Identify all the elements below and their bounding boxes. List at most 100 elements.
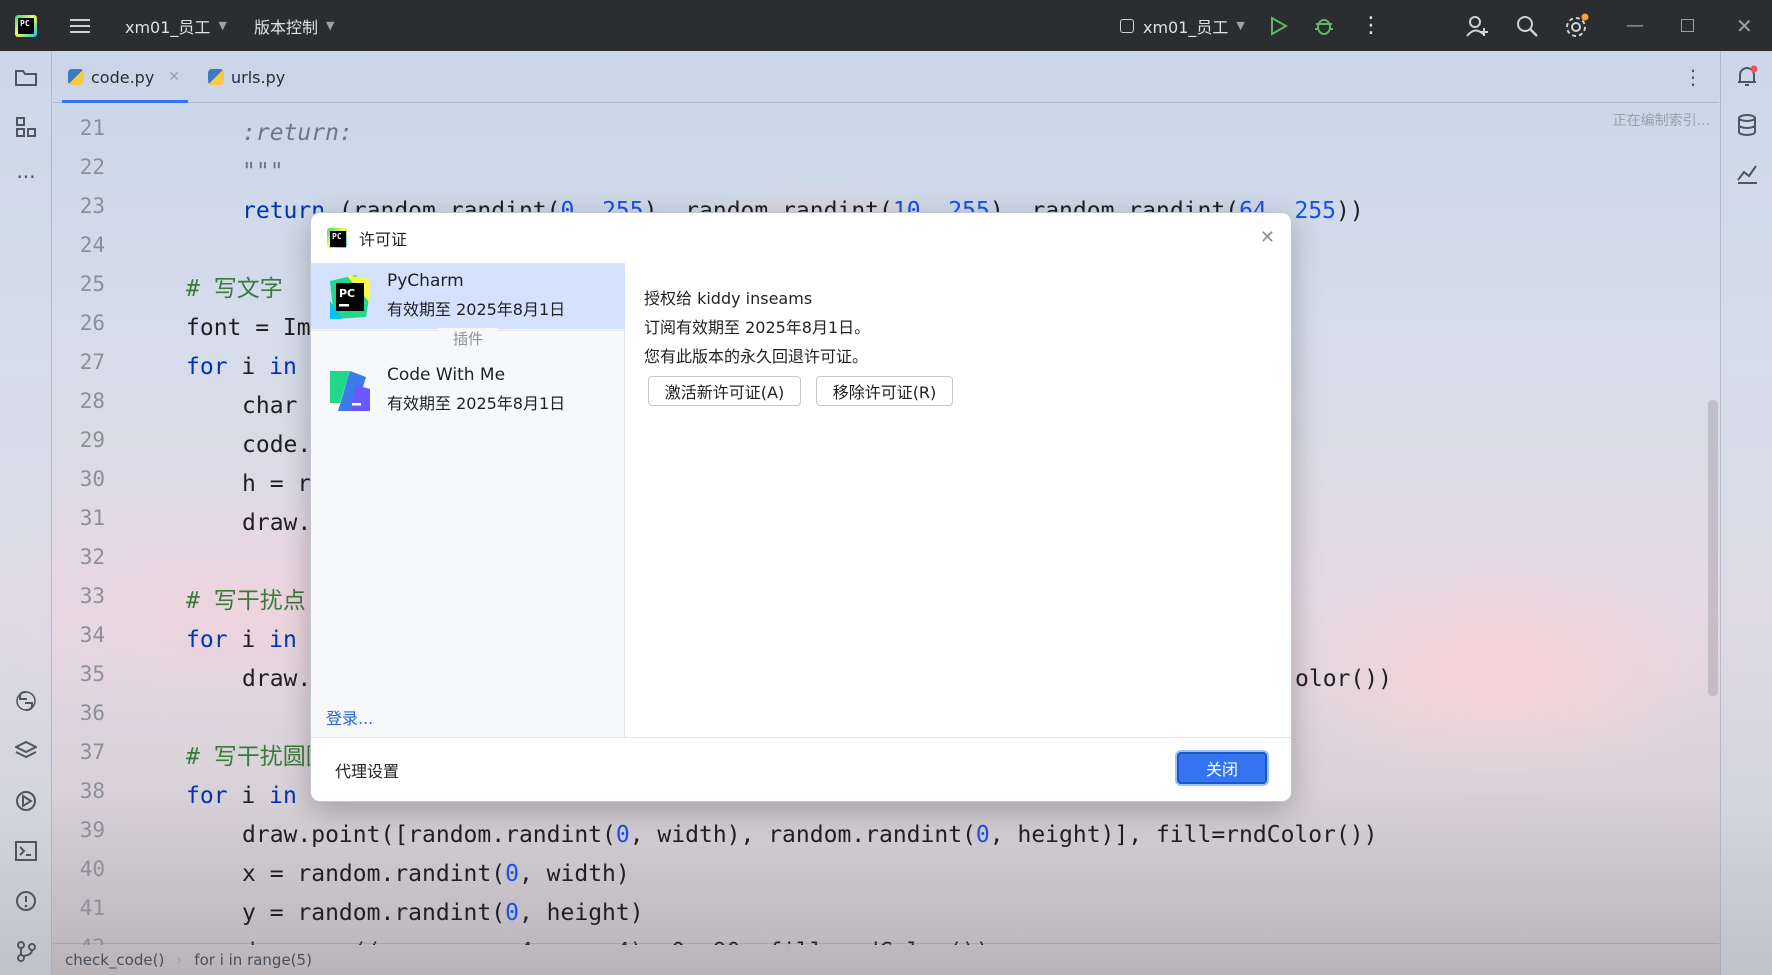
remove-license-button[interactable]: 移除许可证(R) <box>816 376 953 406</box>
line-number: 40 <box>79 857 105 881</box>
git-branch-icon[interactable] <box>12 937 40 965</box>
product-expiry: 有效期至 2025年8月1日 <box>387 394 566 413</box>
tab-code-py[interactable]: code.py ✕ <box>61 51 189 103</box>
python-file-icon <box>208 69 224 85</box>
python-packages-icon[interactable] <box>12 687 40 715</box>
close-tab-icon[interactable]: ✕ <box>168 69 180 85</box>
dialog-title: 许可证 <box>359 230 408 249</box>
run-config-name: xm01_员工 <box>1143 17 1229 37</box>
terminal-icon[interactable] <box>12 837 40 865</box>
line-number: 29 <box>79 428 105 452</box>
more-tools-icon[interactable]: ··· <box>12 163 40 191</box>
tab-label: urls.py <box>231 67 286 87</box>
product-item-code-with-me[interactable]: Code With Me 有效期至 2025年8月1日 <box>311 357 625 423</box>
line-number: 31 <box>79 506 105 530</box>
line-number: 21 <box>79 116 105 140</box>
code-comment: # 写干扰圆圈 <box>186 744 329 770</box>
pycharm-product-icon: PC <box>330 275 370 319</box>
code-line: char <box>242 393 298 419</box>
close-window-icon[interactable]: ✕ <box>1736 0 1753 51</box>
problems-icon[interactable] <box>12 887 40 915</box>
more-actions-icon[interactable]: ⋮ <box>1360 0 1382 51</box>
sciview-chart-icon[interactable] <box>1733 159 1761 187</box>
line-number: 38 <box>79 779 105 803</box>
python-file-icon <box>68 69 84 85</box>
line-number: 39 <box>79 818 105 842</box>
run-config-icon <box>1120 18 1134 33</box>
project-name: xm01_员工 <box>125 17 211 37</box>
minimize-icon[interactable]: — <box>1626 0 1644 51</box>
code-comment: # 写干扰点 <box>186 588 306 614</box>
code-line: x = random.randint(0, width) <box>242 861 630 887</box>
project-selector[interactable]: xm01_员工 ▼ <box>125 0 227 51</box>
line-number: 33 <box>79 584 105 608</box>
proxy-settings-link[interactable]: 代理设置 <box>335 758 399 782</box>
product-item-pycharm[interactable]: PC PyCharm 有效期至 2025年8月1日 <box>311 263 625 329</box>
code-line: for i in <box>186 627 297 653</box>
code-with-me-icon <box>330 371 370 411</box>
debug-button[interactable] <box>1313 0 1335 51</box>
tab-urls-py[interactable]: urls.py <box>208 51 285 103</box>
code-line: code. <box>242 432 312 458</box>
right-tool-strip <box>1720 51 1772 975</box>
services-run-icon[interactable] <box>12 787 40 815</box>
breadcrumb-item[interactable]: check_code() <box>65 951 164 969</box>
structure-icon[interactable] <box>12 113 40 141</box>
hamburger-icon <box>70 18 90 33</box>
chevron-down-icon: ▼ <box>326 19 335 32</box>
line-number: 32 <box>79 545 105 569</box>
add-user-button[interactable] <box>1465 0 1489 51</box>
vcs-selector[interactable]: 版本控制 ▼ <box>254 0 334 51</box>
line-number: 34 <box>79 623 105 647</box>
line-number-gutter: 21 22 23 24 25 26 27 28 29 30 31 32 33 3… <box>53 103 129 945</box>
maximize-icon[interactable] <box>1681 0 1694 51</box>
product-name: PyCharm <box>387 271 464 291</box>
tab-options-icon[interactable]: ⋮ <box>1683 51 1703 103</box>
vcs-label: 版本控制 <box>254 17 319 37</box>
line-number: 35 <box>79 662 105 686</box>
line-number: 30 <box>79 467 105 491</box>
close-button[interactable]: 关闭 <box>1177 752 1267 784</box>
login-link[interactable]: 登录... <box>326 705 373 729</box>
code-line: font = Im <box>186 315 311 341</box>
close-icon[interactable]: ✕ <box>1260 227 1275 248</box>
line-number: 26 <box>79 311 105 335</box>
chevron-down-icon: ▼ <box>1236 19 1245 32</box>
plugins-section-label: 插件 <box>438 328 498 349</box>
main-menu-button[interactable] <box>70 0 90 51</box>
breadcrumb-item[interactable]: for i in range(5) <box>194 951 312 969</box>
run-button[interactable] <box>1270 0 1288 51</box>
code-line: draw.point([random.randint(0, width), ra… <box>242 822 1378 848</box>
database-icon[interactable] <box>1733 111 1761 139</box>
code-line: """ <box>242 159 284 185</box>
run-icon <box>1271 15 1288 36</box>
code-line: for i in <box>186 783 297 809</box>
line-number: 24 <box>79 233 105 257</box>
notifications-bell-icon[interactable] <box>1733 63 1761 91</box>
line-number: 23 <box>79 194 105 218</box>
product-list: PC PyCharm 有效期至 2025年8月1日 插件 Code With M… <box>311 263 625 737</box>
subscription-text: 订阅有效期至 2025年8月1日。 <box>644 318 871 337</box>
licensed-to-text: 授权给 kiddy inseams <box>644 289 813 308</box>
activate-new-license-button[interactable]: 激活新许可证(A) <box>648 376 801 406</box>
dialog-header: PC 许可证 ✕ <box>311 213 1291 263</box>
code-line-tail: olor()) <box>1295 666 1392 692</box>
project-folder-icon[interactable] <box>12 63 40 91</box>
tab-label: code.py <box>91 67 155 87</box>
svg-text:PC: PC <box>339 287 355 300</box>
search-icon <box>1517 15 1538 37</box>
code-line: draw. <box>242 666 312 692</box>
line-number: 37 <box>79 740 105 764</box>
line-number: 41 <box>79 896 105 920</box>
layers-icon[interactable] <box>12 737 40 765</box>
dialog-footer: 代理设置 关闭 <box>311 737 1291 801</box>
breadcrumb-separator-icon: › <box>176 950 183 969</box>
line-number: 25 <box>79 272 105 296</box>
perpetual-license-text: 您有此版本的永久回退许可证。 <box>644 347 869 366</box>
vertical-scrollbar[interactable] <box>1708 400 1718 696</box>
pycharm-logo-icon[interactable]: PC <box>15 0 37 51</box>
settings-button[interactable] <box>1564 0 1590 51</box>
code-line: y = random.randint(0, height) <box>242 900 644 926</box>
run-config-selector[interactable]: xm01_员工 ▼ <box>1120 0 1245 51</box>
search-button[interactable] <box>1515 0 1539 51</box>
